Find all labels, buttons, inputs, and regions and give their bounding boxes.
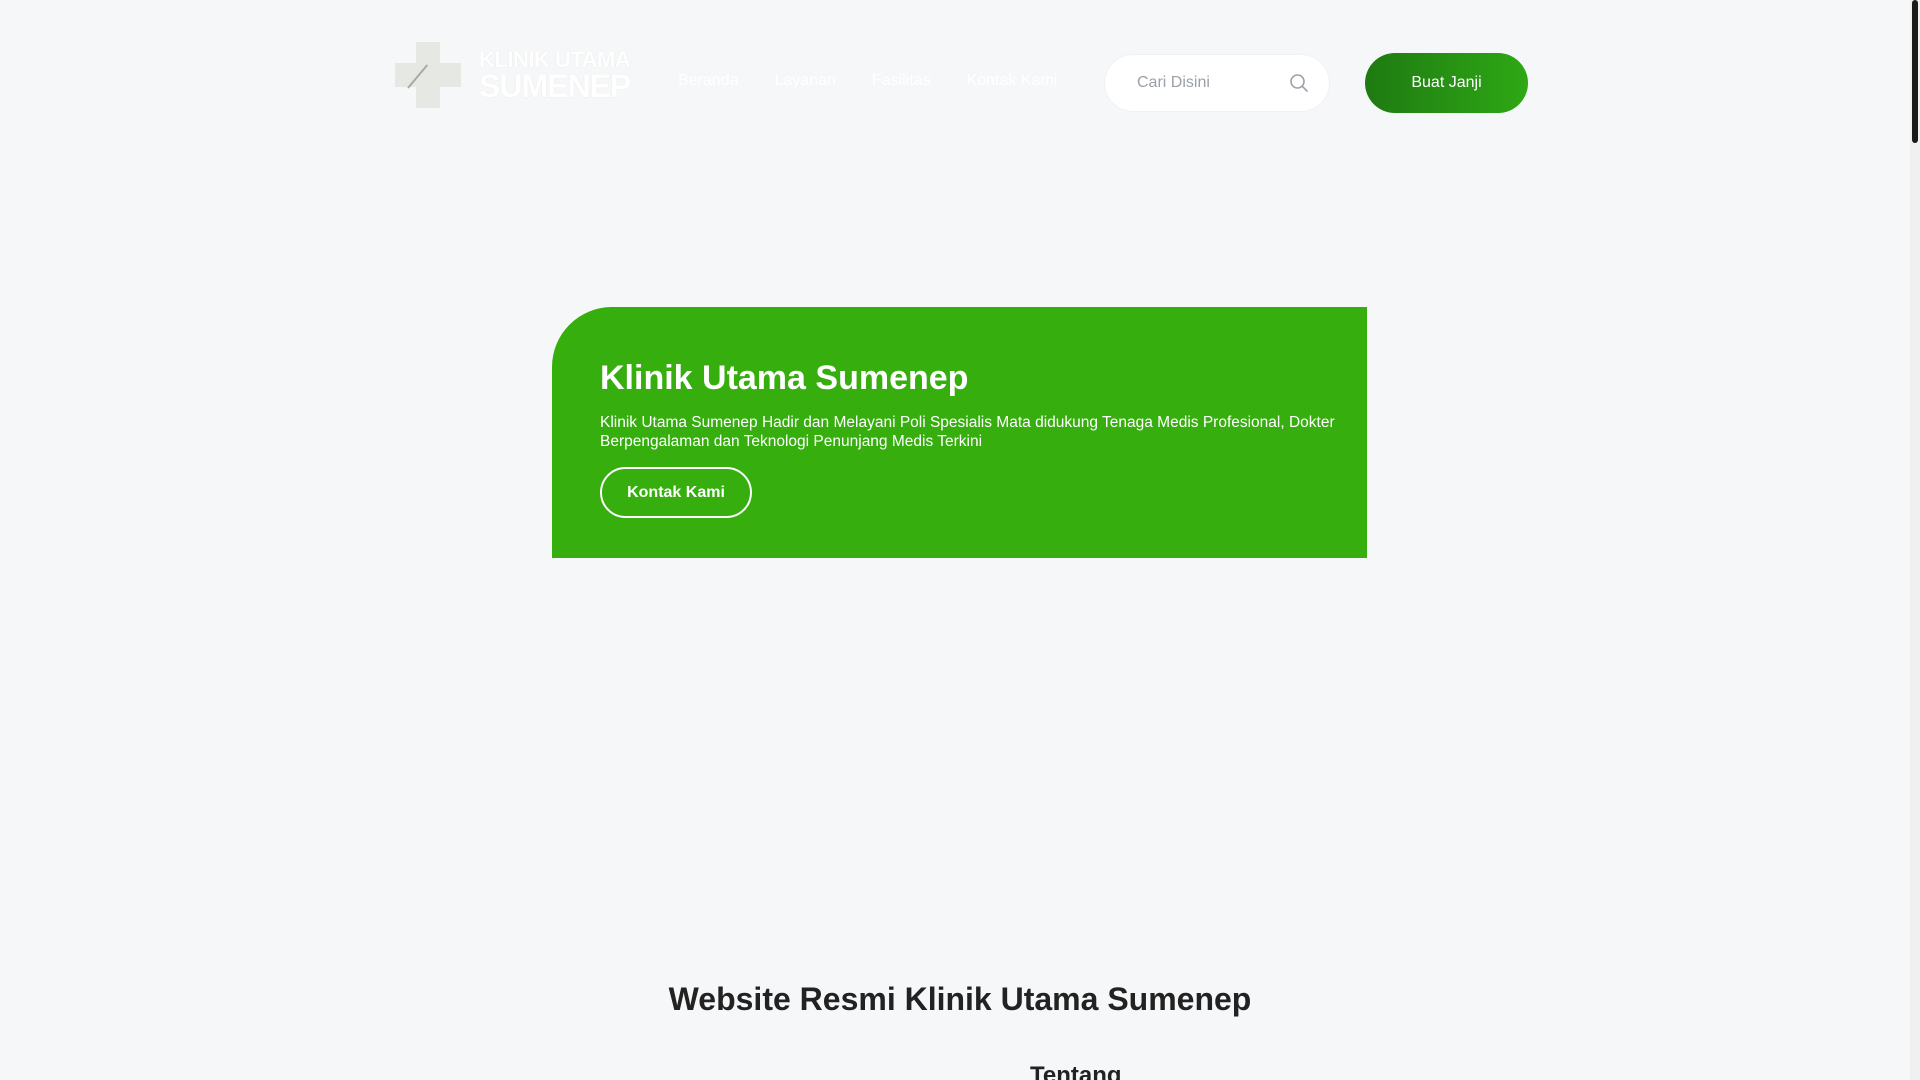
medical-cross-icon — [395, 42, 461, 108]
kontak-kami-button[interactable]: Kontak Kami — [600, 467, 752, 518]
page: KLINIK UTAMA SUMENEP Beranda Layanan Fas… — [0, 0, 1910, 1080]
hero-title: Klinik Utama Sumenep — [600, 359, 969, 397]
site-header: KLINIK UTAMA SUMENEP Beranda Layanan Fas… — [395, 42, 1530, 124]
page-scrollbar[interactable] — [1910, 0, 1920, 1080]
scrollbar-thumb[interactable] — [1912, 0, 1918, 143]
buat-janji-button[interactable]: Buat Janji — [1365, 53, 1528, 113]
main-nav: Beranda Layanan Fasilitas Kontak Kami — [678, 72, 1057, 90]
nav-item-fasilitas[interactable]: Fasilitas — [872, 72, 931, 90]
search-box — [1105, 55, 1329, 111]
logo-text-line2: SUMENEP — [479, 68, 631, 104]
nav-item-beranda[interactable]: Beranda — [678, 72, 739, 90]
clinic-logo[interactable]: KLINIK UTAMA SUMENEP — [395, 42, 635, 108]
hero-banner: Klinik Utama Sumenep Klinik Utama Sumene… — [552, 307, 1367, 558]
search-icon[interactable] — [1289, 73, 1309, 93]
nav-item-layanan[interactable]: Layanan — [775, 72, 836, 90]
section-title: Website Resmi Klinik Utama Sumenep — [668, 981, 1252, 1017]
search-input[interactable] — [1125, 55, 1285, 111]
nav-item-kontak-kami[interactable]: Kontak Kami — [967, 72, 1058, 90]
about-heading: Tentang — [1030, 1062, 1122, 1080]
hero-description: Klinik Utama Sumenep Hadir dan Melayani … — [600, 414, 1335, 450]
